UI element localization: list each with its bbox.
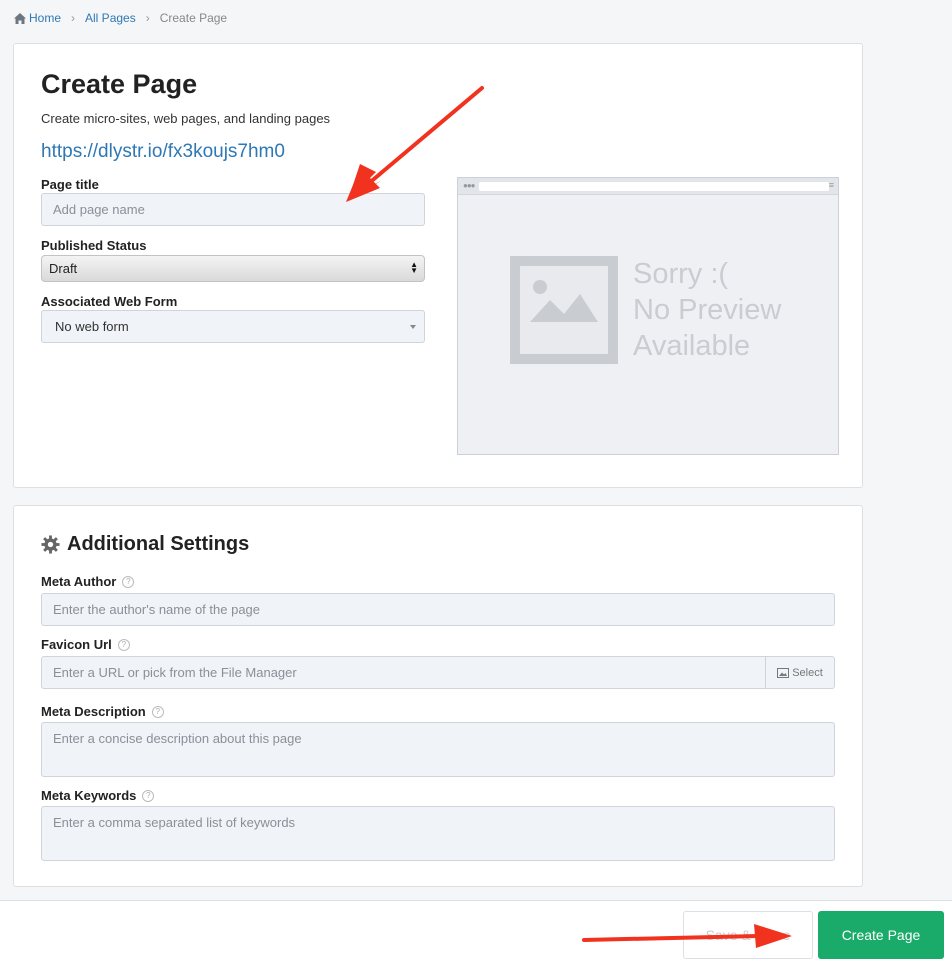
meta-description-label: Meta Description? bbox=[41, 704, 164, 719]
additional-settings-card: Additional Settings Meta Author? Favicon… bbox=[13, 505, 863, 887]
image-icon bbox=[777, 667, 790, 678]
save-close-button[interactable]: Save & Close bbox=[683, 911, 813, 959]
favicon-select-label: Select bbox=[792, 666, 823, 679]
settings-heading-text: Additional Settings bbox=[67, 533, 250, 555]
caret-down-icon bbox=[410, 325, 416, 329]
web-form-select[interactable]: No web form bbox=[41, 310, 425, 343]
meta-keywords-label-text: Meta Keywords bbox=[41, 788, 137, 803]
meta-keywords-label: Meta Keywords? bbox=[41, 788, 155, 803]
meta-author-input[interactable] bbox=[41, 593, 835, 626]
published-status-select[interactable]: Draft ▲ ▼ bbox=[41, 255, 425, 282]
meta-description-textarea[interactable] bbox=[41, 722, 835, 777]
meta-description-label-text: Meta Description bbox=[41, 704, 146, 719]
create-page-button[interactable]: Create Page bbox=[818, 911, 944, 959]
settings-heading: Additional Settings bbox=[41, 533, 249, 556]
create-page-card: Create Page Create micro-sites, web page… bbox=[13, 43, 863, 488]
web-form-value: No web form bbox=[55, 319, 129, 334]
published-status-value: Draft bbox=[49, 261, 78, 276]
web-form-label: Associated Web Form bbox=[41, 294, 178, 309]
favicon-url-label-text: Favicon Url bbox=[41, 637, 112, 652]
favicon-select-button[interactable]: Select bbox=[765, 656, 835, 689]
breadcrumb-current: Create Page bbox=[159, 11, 228, 25]
meta-author-label-text: Meta Author bbox=[41, 574, 117, 589]
image-placeholder-icon bbox=[510, 256, 618, 364]
breadcrumb-home-link[interactable]: Home bbox=[29, 11, 61, 25]
browser-url-bar bbox=[479, 182, 829, 191]
gear-icon bbox=[41, 535, 60, 554]
browser-menu-icon: ≡ bbox=[828, 180, 834, 190]
no-preview-message: Sorry :( No Preview Available bbox=[633, 258, 782, 362]
favicon-url-input[interactable] bbox=[41, 656, 766, 689]
chevron-right-icon: › bbox=[145, 11, 150, 25]
help-icon[interactable]: ? bbox=[117, 639, 130, 651]
published-status-label: Published Status bbox=[41, 238, 147, 253]
chevron-right-icon: › bbox=[71, 11, 76, 25]
help-icon[interactable]: ? bbox=[151, 706, 164, 718]
favicon-url-label: Favicon Url? bbox=[41, 637, 130, 652]
breadcrumb: Home › All Pages › Create Page bbox=[14, 11, 227, 25]
preview-browser-bar: ●●● ≡ bbox=[458, 178, 838, 195]
page-title-label: Page title bbox=[41, 177, 99, 192]
select-arrows-icon: ▲ ▼ bbox=[410, 260, 418, 275]
help-icon[interactable]: ? bbox=[122, 576, 135, 588]
action-footer: Save & Close Create Page bbox=[0, 900, 952, 966]
meta-keywords-textarea[interactable] bbox=[41, 806, 835, 861]
page-title-input[interactable] bbox=[41, 193, 425, 226]
page-title: Create Page bbox=[41, 69, 198, 99]
page-url-link[interactable]: https://dlystr.io/fx3koujs7hm0 bbox=[41, 141, 285, 163]
help-icon[interactable]: ? bbox=[142, 790, 155, 802]
page-preview: ●●● ≡ Sorry :( No Preview Available bbox=[457, 177, 839, 455]
page-subtitle: Create micro-sites, web pages, and landi… bbox=[41, 111, 331, 126]
breadcrumb-all-pages-link[interactable]: All Pages bbox=[85, 11, 136, 25]
meta-author-label: Meta Author? bbox=[41, 574, 135, 589]
browser-dots-icon: ●●● bbox=[463, 181, 475, 190]
home-icon bbox=[14, 12, 26, 24]
